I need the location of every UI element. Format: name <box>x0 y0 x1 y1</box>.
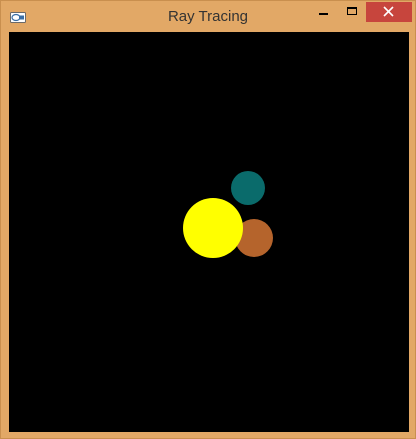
minimize-button[interactable] <box>310 2 337 22</box>
teal-sphere <box>231 171 265 205</box>
maximize-button[interactable] <box>338 2 365 22</box>
yellow-sphere <box>183 198 243 258</box>
close-button[interactable] <box>366 2 412 22</box>
title-bar[interactable]: Ray Tracing <box>1 1 415 31</box>
app-window: Ray Tracing <box>0 0 416 439</box>
scene-svg <box>9 32 409 432</box>
render-canvas[interactable] <box>9 32 409 432</box>
maximize-icon <box>347 7 357 15</box>
close-icon <box>366 2 412 22</box>
minimize-icon <box>319 13 328 15</box>
